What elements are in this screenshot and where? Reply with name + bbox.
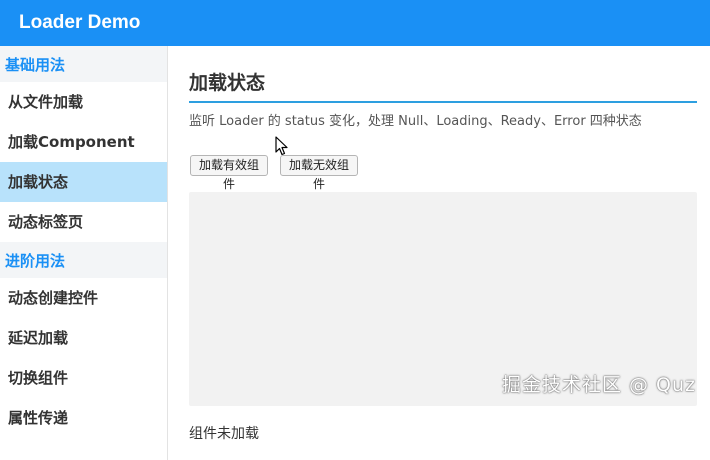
app-header: Loader Demo [0,0,710,46]
sidebar-item-property-passing[interactable]: 属性传递 [0,398,167,438]
sidebar-item-dynamic-create[interactable]: 动态创建控件 [0,278,167,318]
load-status-text: 组件未加载 [189,426,259,442]
page-title: 加载状态 [189,72,266,94]
watermark: 掘金技术社区 @ Quz [501,374,696,396]
sidebar-item-dynamic-tabs[interactable]: 动态标签页 [0,202,167,242]
sidebar-item-load-status[interactable]: 加载状态 [0,162,167,202]
sidebar-item-lazy-load[interactable]: 延迟加载 [0,318,167,358]
sidebar-group-basic: 基础用法 [0,46,167,82]
sidebar-group-advanced: 进阶用法 [0,242,167,278]
sidebar-item-load-component[interactable]: 加载Component [0,122,167,162]
load-invalid-component-button[interactable]: 加载无效组件 [280,155,358,191]
app-title: Loader Demo [19,12,141,33]
sidebar-item-switch-component[interactable]: 切换组件 [0,358,167,398]
sidebar: 基础用法 从文件加载 加载Component 加载状态 动态标签页 进阶用法 动… [0,46,168,460]
page-description: 监听 Loader 的 status 变化，处理 Null、Loading、Re… [189,114,642,129]
mouse-pointer-icon [275,136,288,156]
main-content: 加载状态 监听 Loader 的 status 变化，处理 Null、Loadi… [168,46,710,460]
sidebar-item-load-from-file[interactable]: 从文件加载 [0,82,167,122]
title-divider [189,101,697,103]
load-valid-component-button[interactable]: 加载有效组件 [190,155,268,191]
